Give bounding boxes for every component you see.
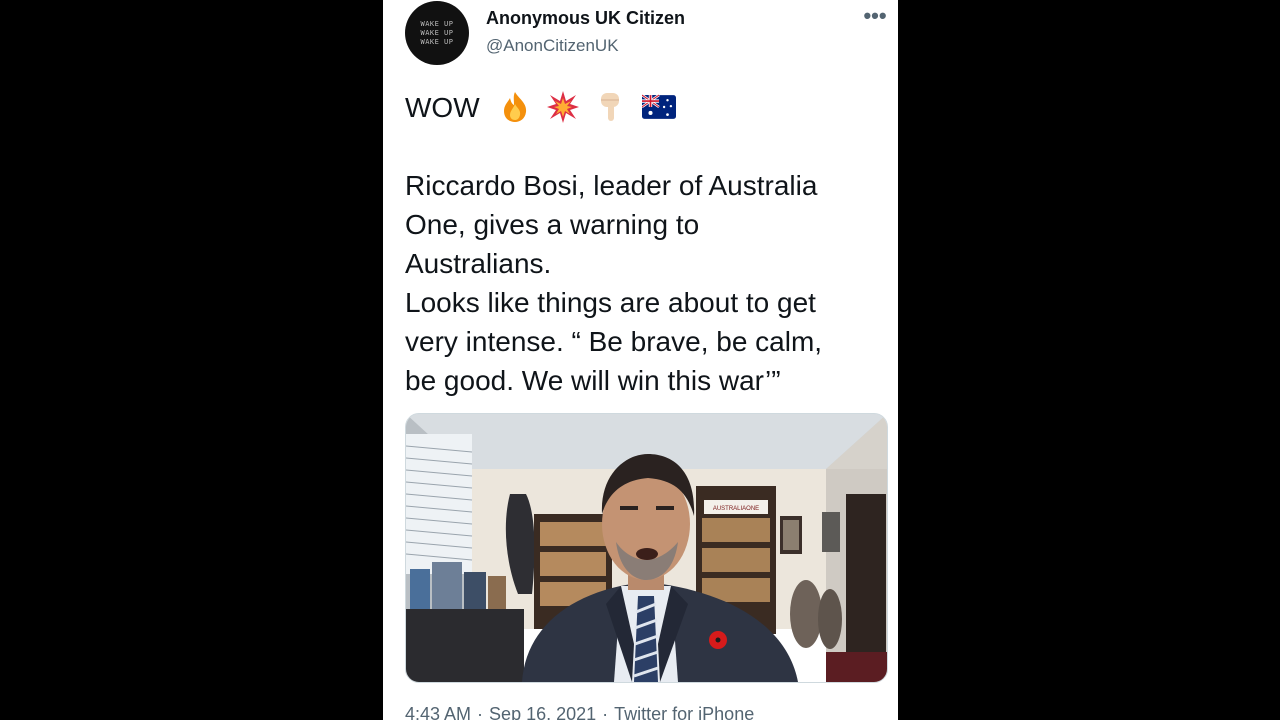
avatar-text-line: WAKE UP: [420, 37, 454, 46]
tweet-text: WOW Riccardo Bosi, leader of Australia O…: [405, 87, 885, 400]
tweet-text-line: be good. We will win this war’”: [405, 365, 781, 396]
fire-icon: [503, 92, 526, 122]
avatar-text-line: WAKE UP: [420, 19, 454, 28]
tweet-video[interactable]: AUSTRALIAONE: [405, 413, 888, 683]
tweet-source[interactable]: Twitter for iPhone: [614, 704, 754, 720]
separator: ·: [602, 704, 609, 720]
tweet-text-line: One, gives a warning to: [405, 209, 700, 240]
tweet-text-line: Looks like things are about to get: [405, 287, 816, 318]
tweet-timestamp: 4:43 AM · Sep 16, 2021 · Twitter for iPhone: [405, 704, 754, 720]
australia-flag-icon: [641, 94, 676, 119]
tweet-text-line: very intense. “ Be brave, be calm,: [405, 326, 823, 357]
tweet-card: WAKE UP WAKE UP WAKE UP Anonymous UK Cit…: [383, 0, 898, 720]
pointing-down-icon: [600, 93, 619, 121]
tweet-text-line: Riccardo Bosi, leader of Australia: [405, 170, 818, 201]
avatar[interactable]: WAKE UP WAKE UP WAKE UP: [405, 1, 469, 65]
explosion-icon: [546, 91, 579, 123]
banner-text: AUSTRALIAONE: [713, 506, 759, 512]
window-blinds: [406, 434, 473, 574]
video-thumbnail: AUSTRALIAONE: [406, 414, 887, 682]
video-frame: WAKE UP WAKE UP WAKE UP Anonymous UK Cit…: [0, 0, 1280, 720]
more-options-icon[interactable]: •••: [861, 5, 889, 30]
tweet-date[interactable]: Sep 16, 2021: [489, 704, 596, 720]
tweet-text-line: Australians.: [405, 248, 552, 279]
author-display-name[interactable]: Anonymous UK Citizen: [486, 8, 685, 29]
author-handle[interactable]: @AnonCitizenUK: [486, 36, 619, 56]
tweet-time[interactable]: 4:43 AM: [405, 704, 471, 720]
tweet-text-first-line: WOW: [405, 87, 885, 127]
separator: ·: [477, 704, 484, 720]
avatar-text-line: WAKE UP: [420, 28, 454, 37]
tweet-exclamation: WOW: [405, 91, 480, 123]
